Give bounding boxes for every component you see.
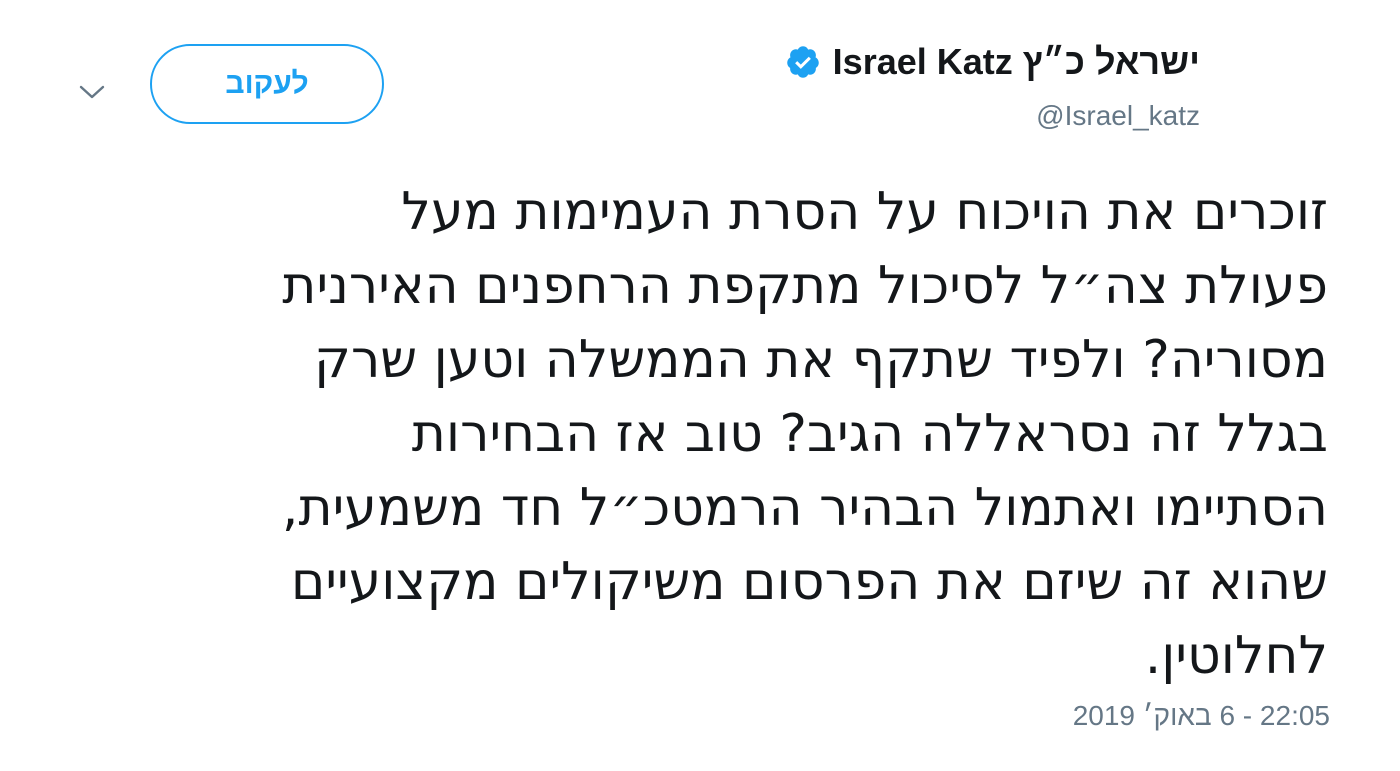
tweet-text-line: שהוא זה שיזם את הפרסום משיקולים מקצועיים [290,552,1328,612]
follow-button[interactable]: לעקוב [150,44,384,124]
verified-badge-icon [786,46,819,78]
chevron-down-icon [79,85,105,99]
tweet-text-line: זוכרים את הויכוח על הסרת העמימות מעל [401,182,1328,242]
tweet-menu-button[interactable] [72,72,112,112]
tweet-text: זוכרים את הויכוח על הסרת העמימות מעל פעו… [48,175,1328,693]
author-display-name[interactable]: ישראל כ״ץ Israel Katz [833,41,1200,83]
author-handle[interactable]: @Israel_katz [785,100,1200,132]
tweet-header: ישראל כ״ץ Israel Katz @Israel_katz [785,38,1200,132]
tweet-text-line: פעולת צה״ל לסיכול מתקפת הרחפנים האירנית [282,256,1328,316]
tweet-text-line: בגלל זה נסראללה הגיב? טוב אז הבחירות [411,404,1328,464]
tweet-text-line: מסוריה? ולפיד שתקף את הממשלה וטען שרק [314,330,1328,390]
tweet-text-line: הסתיימו ואתמול הבהיר הרמטכ״ל חד משמעית, [281,478,1328,538]
tweet-card: לעקוב ישראל כ״ץ Israel Katz @Israel_katz… [0,0,1400,771]
author-name-row[interactable]: ישראל כ״ץ Israel Katz [785,38,1200,86]
tweet-text-line: לחלוטין. [1144,626,1328,686]
tweet-timestamp[interactable]: 22:05 - 6 באוק׳ 2019 [1073,700,1330,732]
